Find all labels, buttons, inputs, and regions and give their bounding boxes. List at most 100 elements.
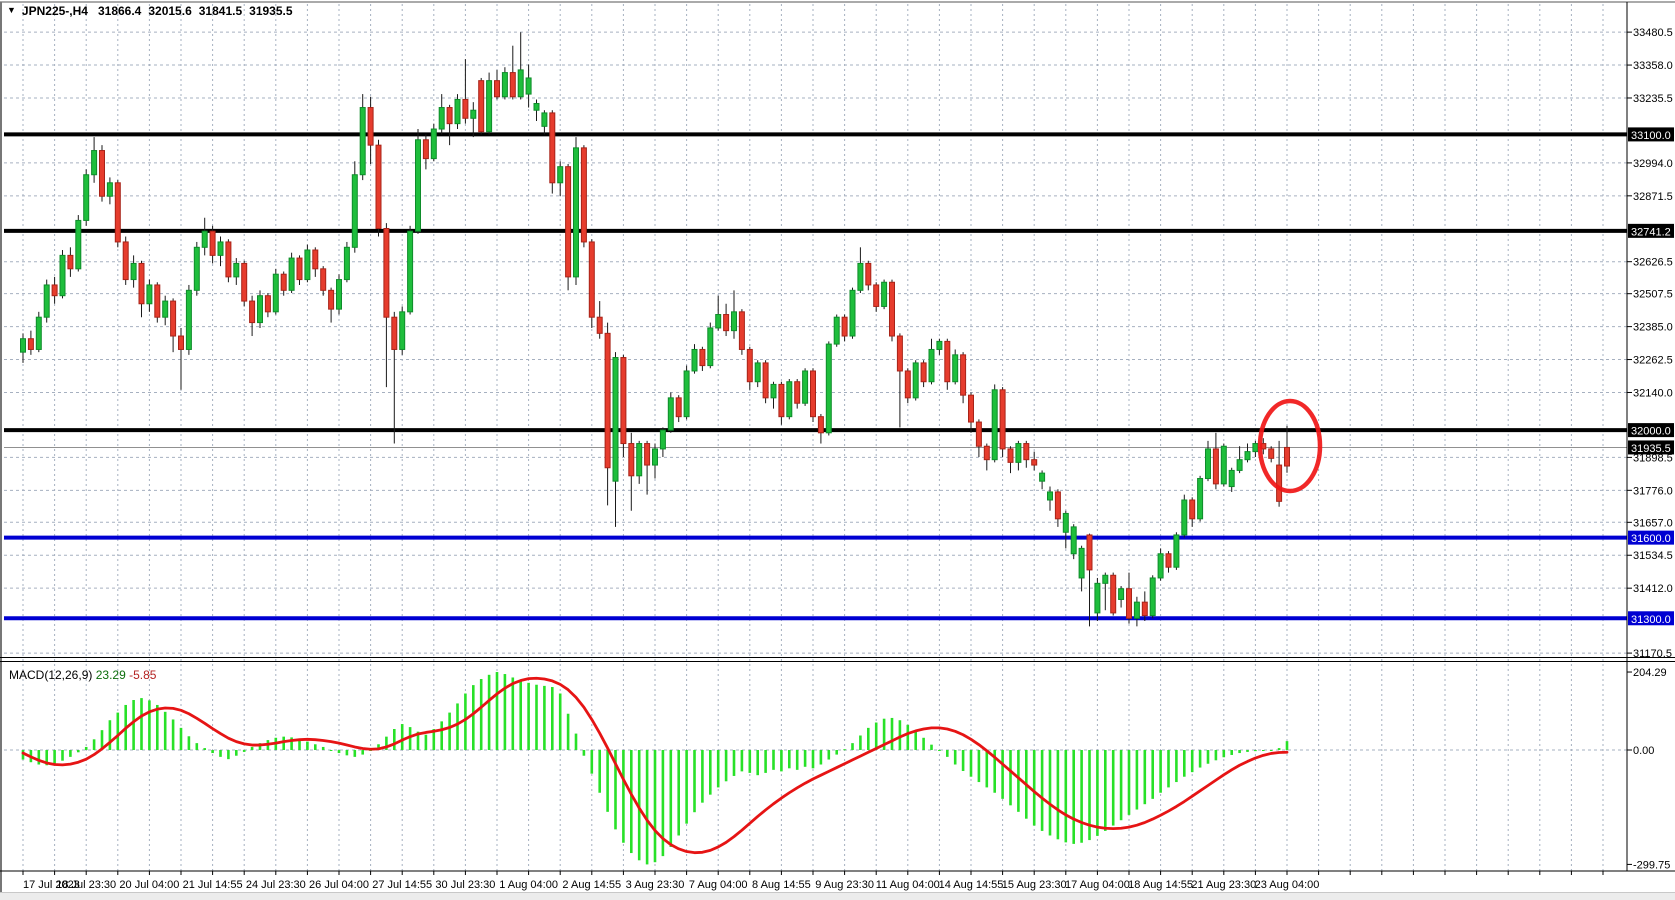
macd-histogram-bar xyxy=(527,683,530,750)
macd-histogram-bar xyxy=(504,674,507,750)
macd-axis-label: -299.75 xyxy=(1633,859,1670,871)
macd-histogram-bar xyxy=(1215,750,1218,760)
candle-body xyxy=(542,113,547,126)
open-value: 31866.4 xyxy=(98,4,141,18)
macd-histogram-bar xyxy=(930,745,933,750)
candle-body xyxy=(1000,390,1005,449)
candle-body xyxy=(1024,444,1029,460)
macd-histogram-bar xyxy=(591,750,594,774)
macd-histogram-bar xyxy=(567,714,570,750)
macd-histogram-bar xyxy=(243,750,246,752)
candle-body xyxy=(92,151,97,175)
time-axis-label: 14 Aug 14:55 xyxy=(939,879,1004,891)
candle-body xyxy=(692,349,697,371)
price-axis-label: 32262.5 xyxy=(1633,355,1673,367)
candle-body xyxy=(866,263,871,285)
macd-histogram-bar xyxy=(1159,750,1162,793)
macd-histogram-bar xyxy=(970,750,973,777)
candle-body xyxy=(858,263,863,290)
macd-histogram-bar xyxy=(598,750,601,793)
macd-axis-label: 0.00 xyxy=(1633,745,1654,757)
candle-body xyxy=(897,336,902,371)
candle-body xyxy=(803,371,808,403)
macd-histogram-bar xyxy=(425,735,428,750)
macd-histogram-bar xyxy=(1072,750,1075,844)
candle-body xyxy=(937,341,942,349)
macd-histogram-bar xyxy=(1183,750,1186,777)
candle-body xyxy=(1040,473,1045,481)
candle-body xyxy=(629,444,634,476)
candle-body xyxy=(84,175,89,221)
candle-body xyxy=(660,430,665,449)
macd-histogram-bar xyxy=(38,750,41,765)
macd-histogram-bar xyxy=(488,675,491,750)
macd-histogram-bar xyxy=(393,729,396,750)
candle-body xyxy=(1079,548,1084,578)
candle-body xyxy=(1229,470,1234,486)
macd-name: MACD(12,26,9) xyxy=(9,668,92,682)
candle-body xyxy=(961,355,966,395)
chart-canvas[interactable]: 33480.533358.033235.532994.032871.532626… xyxy=(0,0,1675,900)
candle-body xyxy=(550,113,555,183)
time-axis-label: 8 Aug 14:55 xyxy=(752,879,811,891)
candle-body xyxy=(1150,578,1155,616)
candle-body xyxy=(337,280,342,310)
macd-histogram-bar xyxy=(1080,750,1083,843)
price-tag-label: 32741.2 xyxy=(1631,226,1671,238)
macd-histogram-bar xyxy=(796,750,799,770)
candle-body xyxy=(1158,554,1163,578)
macd-histogram-bar xyxy=(1041,750,1044,831)
macd-histogram-bar xyxy=(148,700,151,750)
candle-body xyxy=(795,382,800,404)
symbol-dropdown-icon[interactable]: ▼ xyxy=(7,5,16,15)
candle-body xyxy=(234,263,239,276)
macd-histogram-bar xyxy=(812,750,815,768)
candle-body xyxy=(1198,478,1203,518)
macd-histogram-bar xyxy=(93,739,96,750)
price-tag-label: 31935.5 xyxy=(1631,443,1671,455)
macd-histogram-bar xyxy=(1151,750,1154,799)
candle-body xyxy=(155,285,160,317)
candle-body xyxy=(487,81,492,132)
macd-histogram-bar xyxy=(282,737,285,750)
macd-histogram-bar xyxy=(835,750,838,755)
price-axis-label: 31534.5 xyxy=(1633,550,1673,562)
macd-histogram-bar xyxy=(938,750,941,751)
candle-body xyxy=(842,317,847,336)
macd-histogram-bar xyxy=(361,750,364,755)
time-axis-label: 7 Aug 04:00 xyxy=(689,879,748,891)
macd-histogram-bar xyxy=(780,750,783,771)
candle-body xyxy=(708,328,713,366)
macd-histogram-bar xyxy=(109,720,112,750)
macd-histogram-bar xyxy=(551,687,554,750)
macd-histogram-bar xyxy=(203,748,206,750)
macd-histogram-bar xyxy=(132,700,135,750)
macd-histogram-bar xyxy=(946,750,949,757)
time-axis-label: 18 Jul 23:30 xyxy=(56,879,116,891)
candle-body xyxy=(676,398,681,417)
macd-histogram-bar xyxy=(583,750,586,756)
candle-body xyxy=(921,363,926,382)
macd-histogram-bar xyxy=(1096,750,1099,836)
candle-body xyxy=(1253,444,1258,452)
candle-body xyxy=(502,73,507,97)
candle-body xyxy=(1071,527,1076,554)
low-value: 31841.5 xyxy=(199,4,242,18)
candle-body xyxy=(755,363,760,382)
time-axis-label: 21 Jul 14:55 xyxy=(183,879,243,891)
macd-histogram-bar xyxy=(346,750,349,755)
candle-body xyxy=(653,449,658,465)
price-axis-label: 32385.0 xyxy=(1633,322,1673,334)
candle-body xyxy=(969,395,974,422)
price-tag-label: 32000.0 xyxy=(1631,426,1671,438)
macd-histogram-bar xyxy=(1270,750,1273,751)
macd-histogram-bar xyxy=(907,725,910,750)
candle-body xyxy=(352,175,357,248)
time-axis-label: 17 Aug 04:00 xyxy=(1065,879,1130,891)
macd-histogram-bar xyxy=(922,738,925,750)
macd-histogram-bar xyxy=(859,735,862,750)
macd-histogram-bar xyxy=(630,750,633,853)
candle-body xyxy=(787,382,792,417)
candle-body xyxy=(1213,449,1218,484)
candle-body xyxy=(724,315,729,331)
